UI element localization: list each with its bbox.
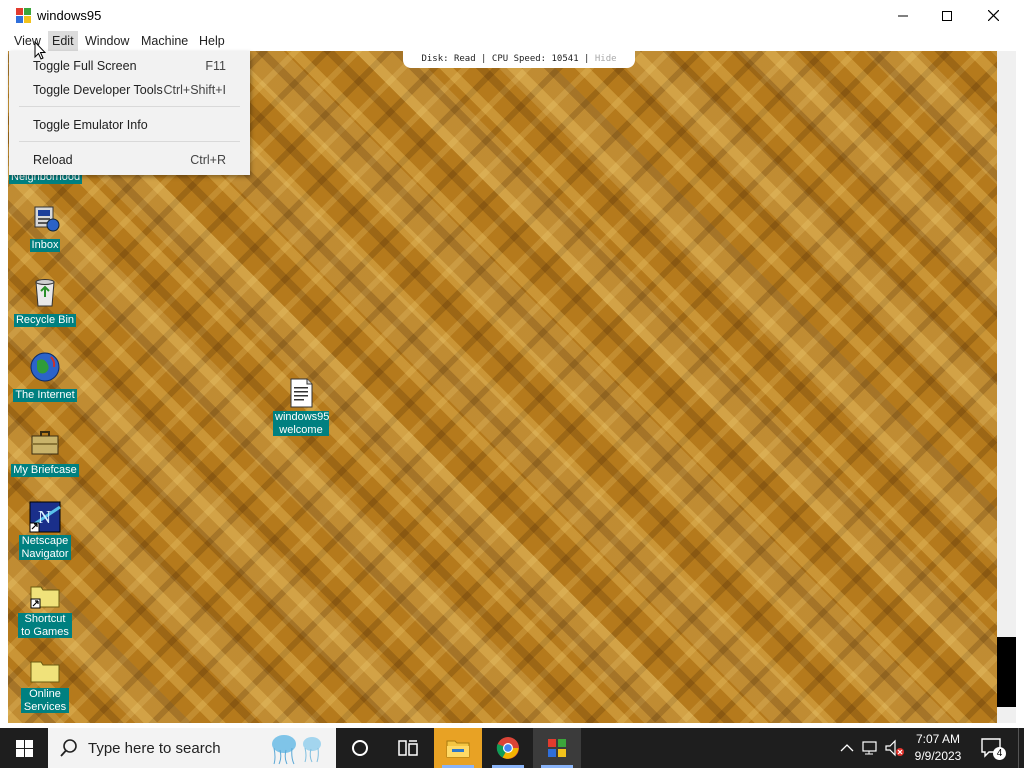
file-explorer-icon <box>446 740 470 758</box>
internet-globe-icon <box>29 351 61 383</box>
vertical-scrollbar[interactable] <box>997 51 1016 723</box>
mouse-cursor-icon <box>34 41 46 60</box>
edit-menu-dropdown: Toggle Full Screen F11 Toggle Developer … <box>9 51 250 175</box>
windows95-app-icon <box>16 8 31 23</box>
emulator-status-bar: Disk: Read | CPU Speed: 10541 | Hide <box>403 51 635 68</box>
search-placeholder: Type here to search <box>88 740 221 757</box>
cortana-circle-icon <box>352 740 368 756</box>
menu-window[interactable]: Window <box>81 31 133 51</box>
text-document-icon <box>285 377 317 409</box>
desktop-icon-my-briefcase[interactable]: My Briefcase <box>9 426 81 478</box>
taskbar-windows95-app[interactable] <box>533 728 581 768</box>
task-view-icon <box>398 740 418 756</box>
netscape-icon: N <box>29 501 61 533</box>
desktop-icon-online-services[interactable]: Online Services <box>9 654 81 715</box>
window-titlebar: windows95 <box>0 0 1024 32</box>
maximize-icon <box>942 10 952 21</box>
menu-separator <box>19 141 240 142</box>
window-title: windows95 <box>37 8 102 23</box>
taskbar-chrome[interactable] <box>484 728 532 768</box>
desktop-icon-label: Online Services <box>21 688 69 713</box>
network-icon[interactable] <box>862 739 880 757</box>
folder-icon <box>29 654 61 686</box>
desktop-icon-label: My Briefcase <box>11 464 79 477</box>
desktop-icon-recycle-bin[interactable]: Recycle Bin <box>9 276 81 328</box>
close-button[interactable] <box>970 0 1016 31</box>
desktop-icon-inbox[interactable]: Inbox <box>9 201 81 253</box>
desktop-icon-the-internet[interactable]: The Internet <box>9 351 81 403</box>
taskbar-search-box[interactable]: Type here to search <box>48 728 336 768</box>
briefcase-icon <box>29 426 61 458</box>
cpu-speed-value: 10541 <box>551 54 579 64</box>
menu-item-label: Reload <box>33 153 73 167</box>
search-highlight-jellyfish-icon <box>272 735 321 765</box>
show-desktop-button[interactable] <box>1018 728 1024 768</box>
desktop-icon-label: Inbox <box>29 239 61 252</box>
start-button[interactable] <box>0 728 48 768</box>
clock-time: 7:07 AM <box>915 732 961 746</box>
scrollbar-thumb[interactable] <box>997 637 1016 707</box>
menu-machine[interactable]: Machine <box>137 31 192 51</box>
volume-muted-icon[interactable] <box>885 739 905 757</box>
folder-shortcut-icon <box>29 579 61 611</box>
desktop-icon-netscape-navigator[interactable]: N Netscape Navigator <box>9 501 81 562</box>
menu-item-toggle-developer-tools[interactable]: Toggle Developer Tools Ctrl+Shift+I <box>9 79 250 101</box>
desktop-icon-label: Recycle Bin <box>13 314 77 327</box>
desktop-icon-label: Shortcut to Games <box>18 613 72 638</box>
menu-edit[interactable]: Edit <box>48 31 78 51</box>
menu-item-reload[interactable]: Reload Ctrl+R <box>9 149 250 171</box>
notifications-button[interactable]: 4 <box>980 736 1006 760</box>
svg-text:N: N <box>38 507 51 527</box>
clock-date: 9/9/2023 <box>914 749 962 763</box>
search-icon <box>60 739 77 757</box>
clock[interactable]: 7:07 AM 9/9/2023 <box>906 731 970 765</box>
menu-item-label: Toggle Developer Tools <box>33 83 163 97</box>
menu-item-label: Toggle Full Screen <box>33 59 137 73</box>
taskbar: Type here to search 7:07 AM 9/9/2023 4 <box>0 728 1024 768</box>
cpu-speed-label: CPU Speed: <box>491 54 547 64</box>
menu-item-label: Toggle Emulator Info <box>33 118 148 132</box>
taskbar-file-explorer[interactable] <box>434 728 482 768</box>
close-icon <box>987 10 999 21</box>
minimize-button[interactable] <box>880 0 926 31</box>
menu-item-shortcut: Ctrl+Shift+I <box>163 83 226 97</box>
menu-item-shortcut: Ctrl+R <box>190 153 226 167</box>
desktop-icon-shortcut-to-games[interactable]: Shortcut to Games <box>9 579 81 640</box>
disk-label: Disk: <box>421 54 449 64</box>
menu-item-shortcut: F11 <box>205 59 226 73</box>
notification-count-badge: 4 <box>993 747 1006 760</box>
desktop-icon-label: The Internet <box>13 389 77 402</box>
desktop-icon-label: windows95 welcome <box>273 411 330 436</box>
menu-separator <box>19 106 240 107</box>
chrome-icon <box>496 737 519 759</box>
cortana-button[interactable] <box>336 728 384 768</box>
menu-bar: View Edit Window Machine Help <box>0 31 1024 51</box>
windows-logo-icon <box>15 739 33 757</box>
task-view-button[interactable] <box>384 728 432 768</box>
menu-help[interactable]: Help <box>195 31 229 51</box>
desktop-icon-label: Netscape Navigator <box>19 535 71 560</box>
inbox-icon <box>29 201 61 233</box>
minimize-icon <box>898 15 908 16</box>
maximize-button[interactable] <box>924 0 970 31</box>
chevron-up-icon[interactable] <box>840 741 854 755</box>
recycle-bin-icon <box>29 276 61 308</box>
menu-item-toggle-emulator-info[interactable]: Toggle Emulator Info <box>9 114 250 136</box>
windows95-taskbar-icon <box>548 739 566 757</box>
hide-status-link[interactable]: Hide <box>595 54 617 64</box>
disk-status: Read <box>453 54 476 64</box>
desktop-icon-windows95-welcome[interactable]: windows95 welcome <box>265 377 337 438</box>
